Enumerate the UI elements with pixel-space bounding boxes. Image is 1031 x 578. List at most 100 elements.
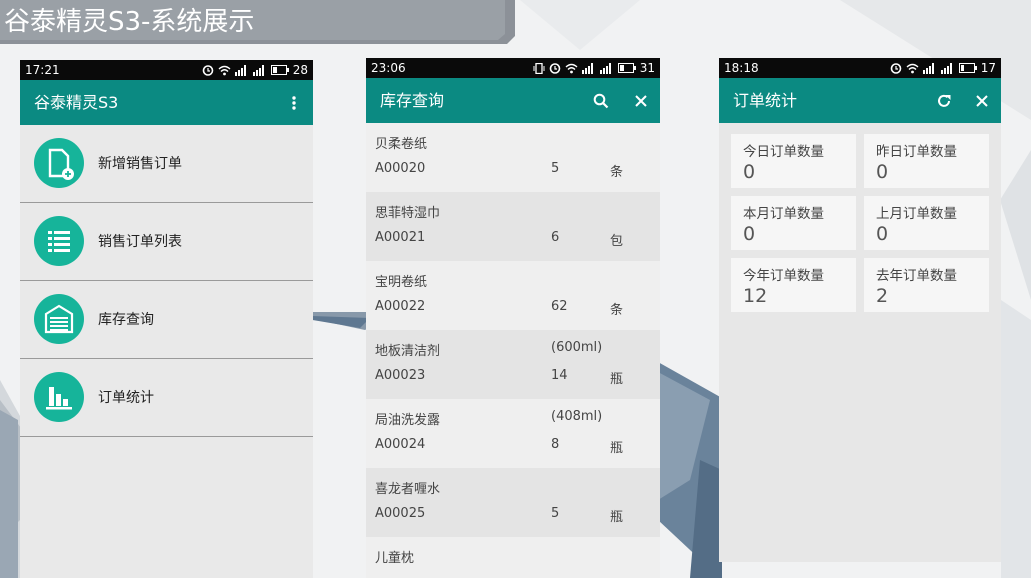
list-item[interactable]: 儿童枕 bbox=[366, 537, 660, 578]
page-title: 库存查询 bbox=[380, 91, 445, 110]
item-unit: 瓶 bbox=[610, 510, 624, 525]
menu-item-order-stats[interactable]: 订单统计 bbox=[20, 359, 313, 437]
stats-panel: 今日订单数量 0 昨日订单数量 0 本月订单数量 0 上月订单数量 0 今年订单… bbox=[719, 123, 1001, 562]
item-qty: 6 bbox=[551, 230, 560, 245]
battery-level: 17 bbox=[980, 61, 996, 75]
stat-value: 0 bbox=[876, 223, 889, 245]
stat-label: 上月订单数量 bbox=[876, 206, 957, 222]
item-name: 局油洗发露 bbox=[375, 413, 441, 428]
stat-label: 昨日订单数量 bbox=[876, 144, 957, 160]
item-unit: 条 bbox=[610, 303, 624, 318]
stat-card-last-month: 上月订单数量 0 bbox=[864, 196, 989, 250]
page-title: 订单统计 bbox=[733, 91, 798, 110]
stat-label: 去年订单数量 bbox=[876, 268, 957, 284]
stat-card-yesterday: 昨日订单数量 0 bbox=[864, 134, 989, 188]
phone-inventory: 23:06 31 库存查询 贝柔卷纸 A00020 5 条 思菲特湿巾 A000… bbox=[366, 58, 660, 578]
item-unit: 包 bbox=[610, 234, 624, 249]
refresh-icon[interactable] bbox=[931, 78, 957, 123]
app-title: 谷泰精灵S3 bbox=[34, 93, 119, 112]
list-icon bbox=[34, 216, 84, 266]
stat-card-this-year: 今年订单数量 12 bbox=[731, 258, 856, 312]
battery-level: 31 bbox=[639, 61, 655, 75]
stat-card-today: 今日订单数量 0 bbox=[731, 134, 856, 188]
list-item[interactable]: 地板清洁剂 A00023 (600ml) 14 瓶 bbox=[366, 330, 660, 399]
item-name: 喜龙者喱水 bbox=[375, 482, 441, 497]
signal-icon bbox=[922, 62, 934, 74]
app-toolbar: 谷泰精灵S3 bbox=[20, 80, 313, 125]
item-code: A00024 bbox=[375, 437, 426, 452]
menu-label: 订单统计 bbox=[98, 390, 154, 406]
status-icons: 31 bbox=[533, 58, 655, 78]
item-name: 地板清洁剂 bbox=[375, 344, 441, 359]
status-time: 17:21 bbox=[25, 63, 60, 77]
item-qty: 14 bbox=[551, 368, 568, 383]
signal-icon bbox=[234, 64, 246, 76]
item-name: 思菲特湿巾 bbox=[375, 206, 441, 221]
item-qty: 62 bbox=[551, 299, 568, 314]
stat-label: 今日订单数量 bbox=[743, 144, 824, 160]
item-spec: (408ml) bbox=[551, 409, 603, 424]
list-item[interactable]: 思菲特湿巾 A00021 6 包 bbox=[366, 192, 660, 261]
stat-label: 本月订单数量 bbox=[743, 206, 824, 222]
menu-item-inventory[interactable]: 库存查询 bbox=[20, 281, 313, 359]
item-spec: (600ml) bbox=[551, 340, 603, 355]
menu-list: 新增销售订单 销售订单列表 库存查询 订单统计 bbox=[20, 125, 313, 578]
app-toolbar: 库存查询 bbox=[366, 78, 660, 123]
wifi-icon bbox=[218, 65, 231, 75]
stat-value: 0 bbox=[743, 223, 756, 245]
stat-value: 0 bbox=[876, 161, 889, 183]
list-item[interactable]: 宝明卷纸 A00022 62 条 bbox=[366, 261, 660, 330]
status-icons: 28 bbox=[202, 60, 308, 80]
signal-icon-2 bbox=[599, 62, 611, 74]
alarm-icon bbox=[890, 63, 902, 74]
battery-icon bbox=[270, 65, 289, 75]
battery-icon bbox=[617, 63, 636, 73]
stat-label: 今年订单数量 bbox=[743, 268, 824, 284]
item-name: 宝明卷纸 bbox=[375, 275, 428, 290]
item-unit: 条 bbox=[610, 165, 624, 180]
new-order-icon bbox=[34, 138, 84, 188]
item-code: A00020 bbox=[375, 161, 426, 176]
list-item[interactable]: 局油洗发露 A00024 (408ml) 8 瓶 bbox=[366, 399, 660, 468]
close-icon[interactable] bbox=[628, 78, 654, 123]
status-icons: 17 bbox=[890, 58, 996, 78]
menu-label: 销售订单列表 bbox=[98, 234, 182, 250]
item-code: A00022 bbox=[375, 299, 426, 314]
menu-item-new-order[interactable]: 新增销售订单 bbox=[20, 125, 313, 203]
more-vert-icon[interactable] bbox=[281, 80, 307, 125]
signal-icon-2 bbox=[252, 64, 264, 76]
stat-value: 0 bbox=[743, 161, 756, 183]
item-code: A00021 bbox=[375, 230, 426, 245]
status-bar: 23:06 31 bbox=[366, 58, 660, 78]
wifi-icon bbox=[565, 63, 578, 73]
item-name: 贝柔卷纸 bbox=[375, 137, 428, 152]
stat-card-this-month: 本月订单数量 0 bbox=[731, 196, 856, 250]
battery-level: 28 bbox=[292, 63, 308, 77]
signal-icon bbox=[581, 62, 593, 74]
signal-icon-2 bbox=[940, 62, 952, 74]
status-bar: 18:18 17 bbox=[719, 58, 1001, 78]
close-icon[interactable] bbox=[969, 78, 995, 123]
alarm-icon bbox=[549, 63, 561, 74]
app-toolbar: 订单统计 bbox=[719, 78, 1001, 123]
phone-order-stats: 18:18 17 订单统计 今日订单数量 0 昨日订单数量 0 本月订单数量 0… bbox=[719, 58, 1001, 562]
item-qty: 5 bbox=[551, 506, 560, 521]
phone-main-menu: 17:21 28 谷泰精灵S3 新增销售订单 销售订单列表 库存查询 订单统计 bbox=[20, 60, 313, 578]
item-code: A00025 bbox=[375, 506, 426, 521]
alarm-icon bbox=[202, 65, 214, 76]
status-time: 23:06 bbox=[371, 61, 406, 75]
item-qty: 5 bbox=[551, 161, 560, 176]
status-bar: 17:21 28 bbox=[20, 60, 313, 80]
item-code: A00023 bbox=[375, 368, 426, 383]
status-time: 18:18 bbox=[724, 61, 759, 75]
battery-icon bbox=[958, 63, 977, 73]
stat-value: 12 bbox=[743, 285, 768, 307]
bar-chart-icon bbox=[34, 372, 84, 422]
menu-label: 新增销售订单 bbox=[98, 156, 182, 172]
menu-item-order-list[interactable]: 销售订单列表 bbox=[20, 203, 313, 281]
list-item[interactable]: 喜龙者喱水 A00025 5 瓶 bbox=[366, 468, 660, 537]
item-unit: 瓶 bbox=[610, 441, 624, 456]
list-item[interactable]: 贝柔卷纸 A00020 5 条 bbox=[366, 123, 660, 192]
item-unit: 瓶 bbox=[610, 372, 624, 387]
search-icon[interactable] bbox=[588, 78, 614, 123]
